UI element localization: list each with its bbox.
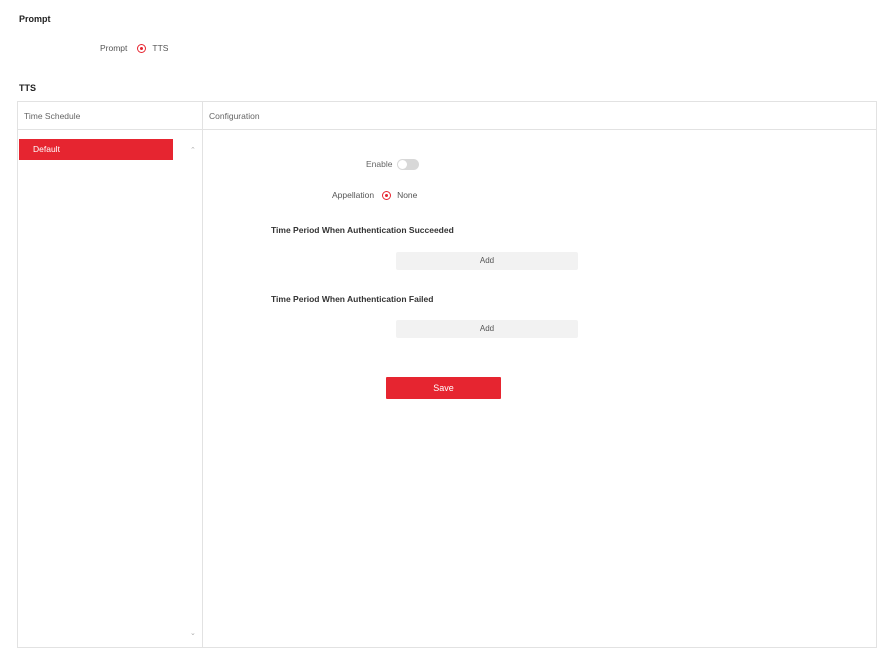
- failed-period-title: Time Period When Authentication Failed: [271, 294, 434, 304]
- scroll-up-icon[interactable]: ⌃: [190, 147, 196, 154]
- appellation-none-label: None: [397, 190, 418, 200]
- appellation-label: Appellation: [332, 190, 375, 200]
- enable-label: Enable: [366, 159, 393, 169]
- save-button[interactable]: Save: [386, 377, 501, 399]
- scroll-down-icon[interactable]: ⌄: [190, 630, 196, 637]
- appellation-none-radio[interactable]: [382, 190, 392, 200]
- enable-toggle[interactable]: [397, 159, 419, 170]
- configuration-column: Configuration Enable Appellation None Ti…: [203, 102, 876, 647]
- tts-settings-page: Prompt Prompt TTS TTS Time Schedule Defa…: [0, 0, 877, 651]
- prompt-section-title: Prompt: [19, 14, 51, 24]
- success-add-button[interactable]: Add: [396, 252, 578, 270]
- time-schedule-column: Time Schedule Default ⌃ ⌄: [18, 102, 203, 647]
- failed-add-button[interactable]: Add: [396, 320, 578, 338]
- appellation-row: Appellation None: [332, 190, 417, 200]
- tts-section-title: TTS: [19, 83, 36, 93]
- success-period-title: Time Period When Authentication Succeede…: [271, 225, 454, 235]
- schedule-item-default[interactable]: Default: [19, 139, 173, 160]
- prompt-label: Prompt: [100, 43, 128, 53]
- configuration-header: Configuration: [203, 102, 876, 130]
- prompt-radio-row: Prompt TTS: [100, 43, 168, 53]
- time-schedule-header: Time Schedule: [18, 102, 202, 130]
- tts-radio[interactable]: [137, 43, 147, 53]
- tts-radio-label: TTS: [152, 43, 169, 53]
- tts-panel: Time Schedule Default ⌃ ⌄ Configuration …: [17, 101, 877, 648]
- toggle-knob: [398, 160, 407, 169]
